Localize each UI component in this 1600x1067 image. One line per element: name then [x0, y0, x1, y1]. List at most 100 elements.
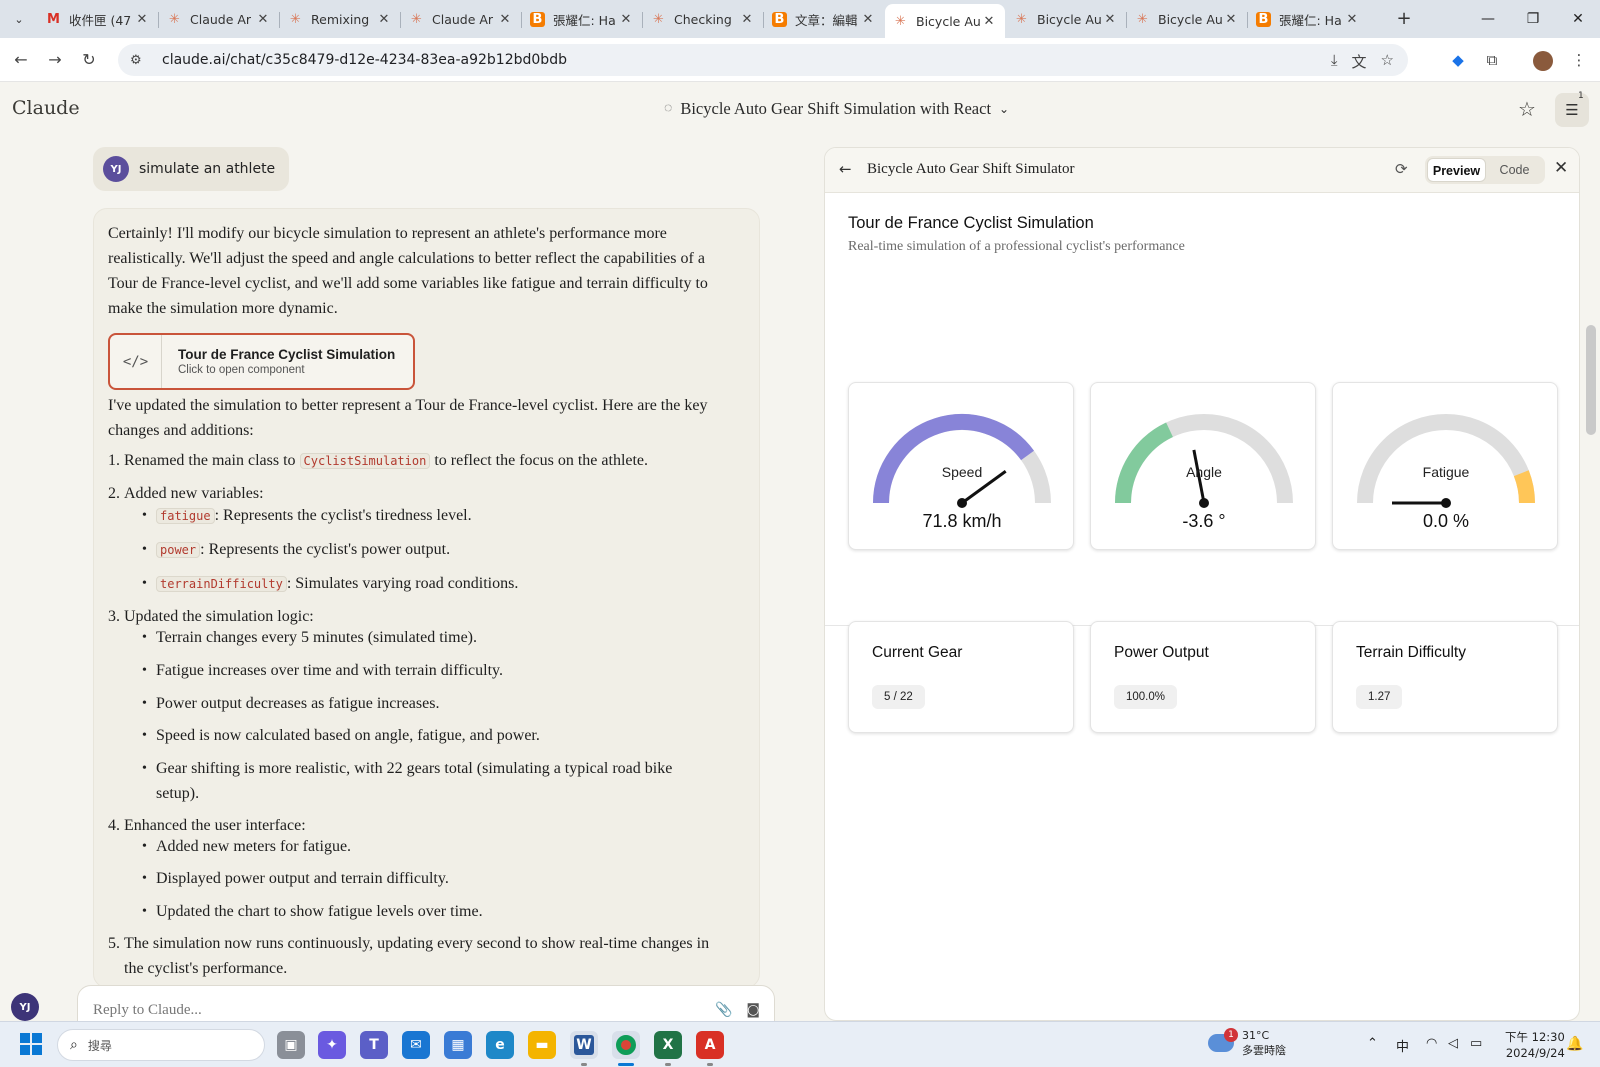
- blogger-icon: B: [1256, 11, 1271, 27]
- close-tab-icon[interactable]: ✕: [497, 12, 513, 27]
- windows-start-icon[interactable]: [20, 1033, 42, 1055]
- restore-button[interactable]: ❐: [1510, 6, 1556, 32]
- close-tab-icon[interactable]: ✕: [1102, 12, 1118, 27]
- tab-code[interactable]: Code: [1486, 158, 1543, 182]
- bookmark-star-icon[interactable]: ☆: [1381, 51, 1394, 72]
- wifi-icon[interactable]: ◠: [1426, 1036, 1437, 1051]
- notification-bell-icon[interactable]: 🔔: [1566, 1036, 1583, 1052]
- browser-tab[interactable]: ✳ Bicycle Au ✕: [1006, 4, 1126, 34]
- paperclip-icon[interactable]: 📎: [715, 1002, 732, 1018]
- taskbar-indicator: [581, 1063, 587, 1066]
- tab-title: 張耀仁: Ha: [1279, 12, 1342, 28]
- battery-icon[interactable]: ▭: [1470, 1036, 1482, 1051]
- forward-button[interactable]: →: [43, 48, 67, 72]
- teams-icon[interactable]: T: [360, 1031, 388, 1059]
- ime-indicator[interactable]: 中: [1396, 1036, 1409, 1055]
- new-tab-button[interactable]: +: [1393, 8, 1415, 30]
- close-tab-icon[interactable]: ✕: [618, 12, 634, 27]
- taskbar-search[interactable]: ⌕ 搜尋: [57, 1029, 265, 1061]
- site-settings-icon[interactable]: ⚙: [130, 53, 152, 68]
- edge-icon[interactable]: e: [486, 1031, 514, 1059]
- star-chat-button[interactable]: ☆: [1518, 97, 1536, 121]
- extension-pin-icon[interactable]: ◆: [1446, 48, 1470, 72]
- claude-icon: ✳: [411, 11, 422, 27]
- close-tab-icon[interactable]: ✕: [739, 12, 755, 27]
- mail-icon[interactable]: ✉: [402, 1031, 430, 1059]
- blogger-icon: B: [530, 11, 545, 27]
- close-tab-icon[interactable]: ✕: [134, 12, 150, 27]
- close-window-button[interactable]: ✕: [1555, 6, 1600, 32]
- browser-tab[interactable]: ✳ Claude Ar ✕: [401, 4, 521, 34]
- card-value: 1.27: [1356, 685, 1403, 709]
- card-title: Current Gear: [872, 644, 963, 661]
- address-bar[interactable]: ⚙ claude.ai/chat/c35c8479-d12e-4234-83ea…: [118, 44, 1408, 76]
- browser-tab[interactable]: M 收件匣 (47 ✕: [38, 4, 158, 34]
- weather-temp: 31°C: [1242, 1029, 1270, 1042]
- claude-logo[interactable]: Claude: [12, 97, 80, 119]
- list-item: fatigue: Represents the cyclist's tiredn…: [142, 503, 716, 529]
- tab-title: 收件匣 (47: [69, 12, 132, 28]
- artifact-card[interactable]: </> Tour de France Cyclist Simulation Cl…: [108, 333, 415, 390]
- browser-tab[interactable]: B 文章：編輯 ✕: [764, 4, 884, 34]
- weather-widget[interactable]: 1 31°C 多雲時陰: [1208, 1028, 1286, 1058]
- browser-tab[interactable]: ✳ Checking ✕: [643, 4, 763, 34]
- artifact-card-subtitle: Click to open component: [178, 364, 305, 376]
- back-button[interactable]: ←: [9, 48, 33, 72]
- file-explorer-icon[interactable]: ▬: [528, 1031, 556, 1059]
- refresh-icon[interactable]: ⟳: [1395, 160, 1408, 178]
- chevron-up-icon[interactable]: ⌃: [1367, 1036, 1378, 1051]
- gauge-track: [1357, 414, 1535, 504]
- browser-tab[interactable]: B 張耀仁: Ha ✕: [522, 4, 642, 34]
- terrain-difficulty-card: Terrain Difficulty 1.27: [1332, 621, 1558, 733]
- tab-title: Claude Ar: [190, 11, 252, 27]
- taskbar-indicator: [618, 1063, 634, 1066]
- close-tab-icon[interactable]: ✕: [255, 12, 271, 27]
- excel-icon[interactable]: X: [654, 1031, 682, 1059]
- tab-title: Remixing: [311, 11, 370, 27]
- close-tab-icon[interactable]: ✕: [981, 14, 997, 29]
- browser-menu-icon[interactable]: ⋮: [1567, 48, 1591, 72]
- browser-tab[interactable]: B 張耀仁: Ha ✕: [1248, 4, 1368, 34]
- reload-button[interactable]: ↻: [77, 48, 101, 72]
- close-tab-icon[interactable]: ✕: [376, 12, 392, 27]
- reply-input[interactable]: Reply to Claude... 📎 ◙: [77, 985, 775, 1025]
- artifact-panel-title: Bicycle Auto Gear Shift Simulator: [867, 161, 1075, 177]
- install-app-icon[interactable]: ⤓: [1331, 51, 1338, 72]
- acrobat-icon[interactable]: A: [696, 1031, 724, 1059]
- browser-tab[interactable]: ✳ Remixing ✕: [280, 4, 400, 34]
- camera-icon[interactable]: ◙: [746, 1002, 760, 1018]
- close-tab-icon[interactable]: ✕: [1344, 12, 1360, 27]
- settings-badge: 1: [1578, 91, 1584, 101]
- browser-tab[interactable]: ✳ Bicycle Au ✕: [1127, 4, 1247, 34]
- browser-tab[interactable]: ✳ Bicycle Au ✕: [885, 4, 1005, 38]
- store-icon[interactable]: ▦: [444, 1031, 472, 1059]
- minimize-button[interactable]: —: [1465, 6, 1511, 32]
- arrow-right-icon: →: [48, 50, 62, 69]
- browser-tab[interactable]: ✳ Claude Ar ✕: [159, 4, 279, 34]
- close-icon[interactable]: ✕: [1554, 158, 1568, 178]
- copilot-icon[interactable]: ✦: [318, 1031, 346, 1059]
- account-avatar[interactable]: YJ: [11, 993, 39, 1021]
- system-clock[interactable]: 下午 12:30 2024/9/24: [1505, 1029, 1565, 1061]
- tab-title: 文章：編輯: [795, 12, 858, 28]
- extensions-puzzle-icon[interactable]: ⧉: [1480, 48, 1504, 72]
- card-value: 5 / 22: [872, 685, 925, 709]
- task-view-icon[interactable]: ▣: [277, 1031, 305, 1059]
- gauge-track: [873, 414, 1051, 504]
- translate-icon[interactable]: 文: [1352, 51, 1367, 72]
- chat-title-button[interactable]: ◌ Bicycle Auto Gear Shift Simulation wit…: [664, 99, 1009, 119]
- volume-icon[interactable]: ◁: [1448, 1036, 1458, 1051]
- list-item: 1. Renamed the main class to CyclistSimul…: [108, 452, 649, 469]
- chrome-icon[interactable]: [612, 1031, 640, 1059]
- tab-preview[interactable]: Preview: [1427, 158, 1486, 182]
- claude-icon: ✳: [653, 11, 664, 27]
- arrow-left-icon[interactable]: ←: [839, 160, 852, 178]
- close-tab-icon[interactable]: ✕: [1223, 12, 1239, 27]
- tab-search-button[interactable]: ⌄: [8, 8, 30, 30]
- close-tab-icon[interactable]: ✕: [860, 12, 876, 27]
- page-scrollbar[interactable]: [1586, 325, 1596, 435]
- star-icon: ☆: [1518, 97, 1536, 121]
- word-icon[interactable]: W: [570, 1031, 598, 1059]
- profile-avatar[interactable]: [1533, 51, 1553, 71]
- card-title: Terrain Difficulty: [1356, 644, 1466, 661]
